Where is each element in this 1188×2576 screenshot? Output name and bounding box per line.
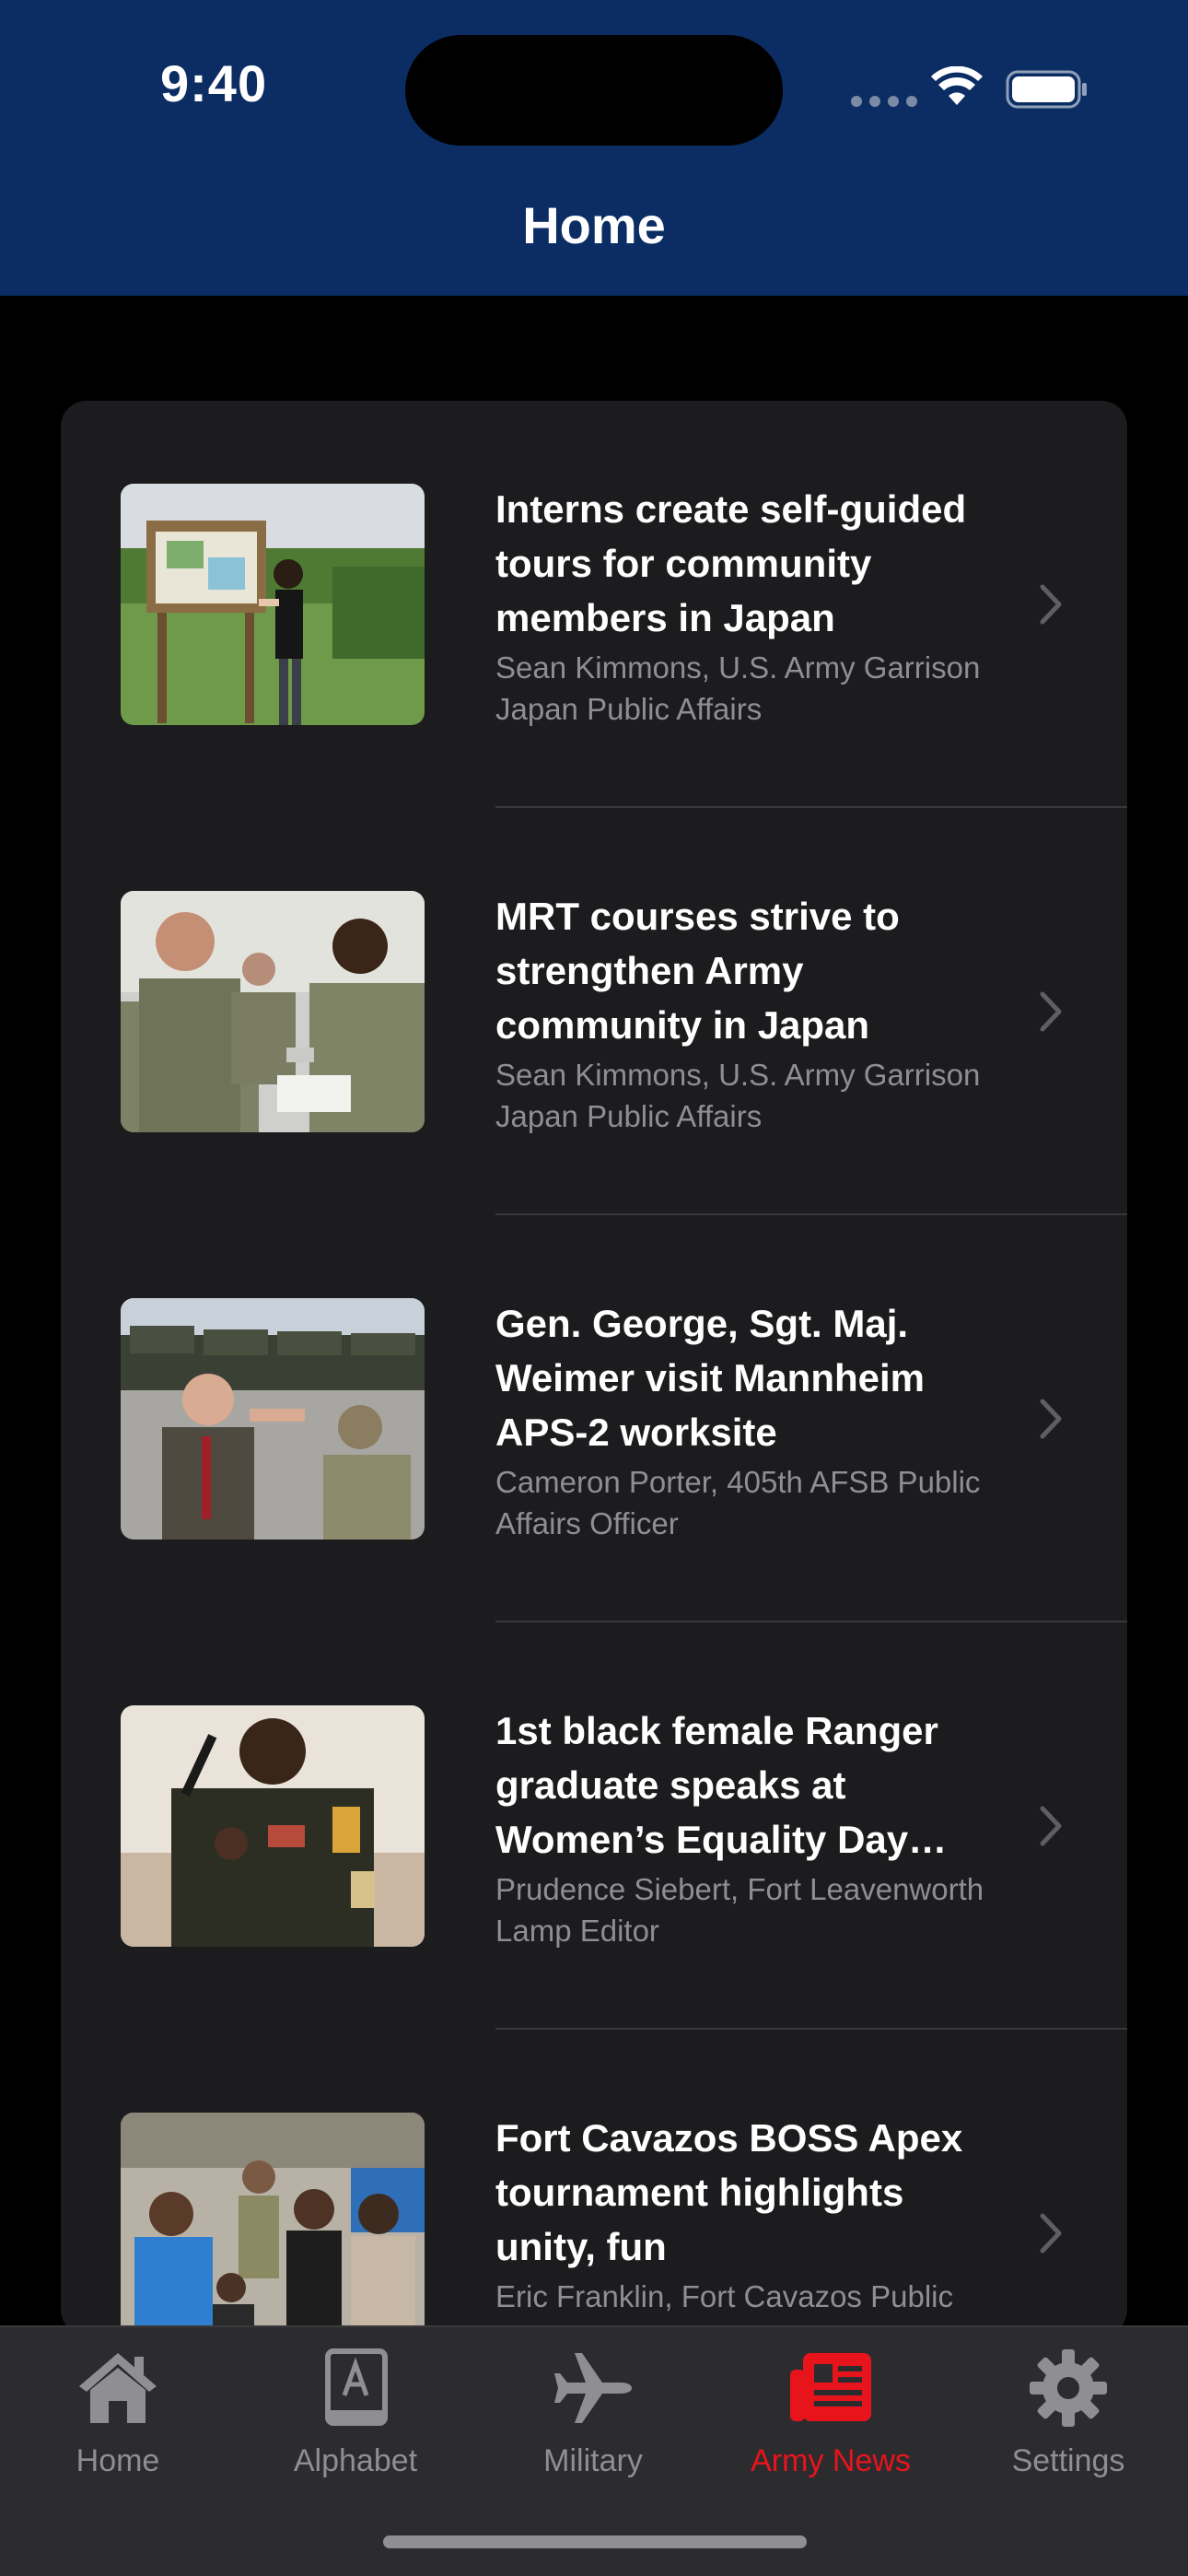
intern-map-sign-photo (121, 484, 425, 725)
tab-label: Military (543, 2443, 643, 2478)
tab-label: Settings (1011, 2443, 1125, 2478)
article-title: Gen. George, Sgt. Maj. Weimer visit Mann… (495, 1302, 926, 1454)
chevron-right-icon (1040, 1399, 1062, 1439)
tab-army-news[interactable]: Army News (729, 2344, 932, 2510)
chevron-right-icon (1040, 584, 1062, 625)
navigation-header: 9:40 Home (0, 0, 1188, 296)
tab-military[interactable]: Military (492, 2344, 694, 2510)
status-time: 9:40 (160, 54, 268, 112)
article-author: Cameron Porter, 405th AFSB Public Affair… (495, 1465, 981, 1540)
gaming-tournament-photo (121, 2113, 425, 2336)
soldiers-classroom-photo (121, 891, 425, 1132)
tab-label: Army News (751, 2443, 911, 2478)
tab-label: Alphabet (293, 2443, 418, 2478)
tanks-worksite-photo (121, 1298, 425, 1540)
article-title: MRT courses strive to strengthen Army co… (495, 895, 900, 1047)
news-list[interactable]: Interns create self-guided tours for com… (61, 401, 1127, 2336)
app-screen: 9:40 Home Interns create self-guided tou… (0, 0, 1188, 2576)
house-icon (79, 2353, 157, 2423)
airplane-icon (554, 2353, 632, 2423)
gear-icon (1030, 2349, 1107, 2427)
chevron-right-icon (1040, 2213, 1062, 2254)
article-title: Fort Cavazos BOSS Apex tournament highli… (495, 2116, 963, 2268)
speaker-microphone-photo (121, 1705, 425, 1947)
dynamic-island (405, 35, 783, 146)
news-list-item[interactable]: Fort Cavazos BOSS Apex tournament highli… (61, 2030, 1127, 2336)
tab-alphabet[interactable]: Alphabet (254, 2344, 457, 2510)
cellular-signal-icon (851, 96, 917, 107)
article-text: MRT courses strive to strengthen Army co… (495, 889, 993, 1137)
home-indicator[interactable] (383, 2535, 807, 2548)
tab-label: Home (76, 2443, 160, 2478)
article-author: Sean Kimmons, U.S. Army Garrison Japan P… (495, 650, 981, 726)
newspaper-icon (790, 2353, 871, 2421)
wifi-icon (931, 66, 983, 105)
chevron-right-icon (1040, 991, 1062, 1032)
news-list-item[interactable]: Interns create self-guided tours for com… (61, 401, 1127, 808)
battery-icon (1006, 70, 1087, 109)
article-text: Gen. George, Sgt. Maj. Weimer visit Mann… (495, 1296, 993, 1544)
tab-home[interactable]: Home (17, 2344, 219, 2510)
article-text: Fort Cavazos BOSS Apex tournament highli… (495, 2111, 993, 2336)
page-title: Home (522, 196, 666, 254)
chevron-right-icon (1040, 1806, 1062, 1846)
news-list-item[interactable]: 1st black female Ranger graduate speaks … (61, 1622, 1127, 2030)
news-list-item[interactable]: MRT courses strive to strengthen Army co… (61, 808, 1127, 1215)
tab-settings[interactable]: Settings (967, 2344, 1170, 2510)
news-list-item[interactable]: Gen. George, Sgt. Maj. Weimer visit Mann… (61, 1215, 1127, 1622)
article-title: Interns create self-guided tours for com… (495, 487, 967, 639)
article-text: 1st black female Ranger graduate speaks … (495, 1704, 993, 1951)
book-icon (325, 2348, 388, 2426)
article-title: 1st black female Ranger graduate speaks … (495, 1709, 938, 1861)
article-author: Sean Kimmons, U.S. Army Garrison Japan P… (495, 1058, 981, 1133)
article-text: Interns create self-guided tours for com… (495, 482, 993, 730)
article-author: Prudence Siebert, Fort Leavenworth Lamp … (495, 1872, 984, 1948)
